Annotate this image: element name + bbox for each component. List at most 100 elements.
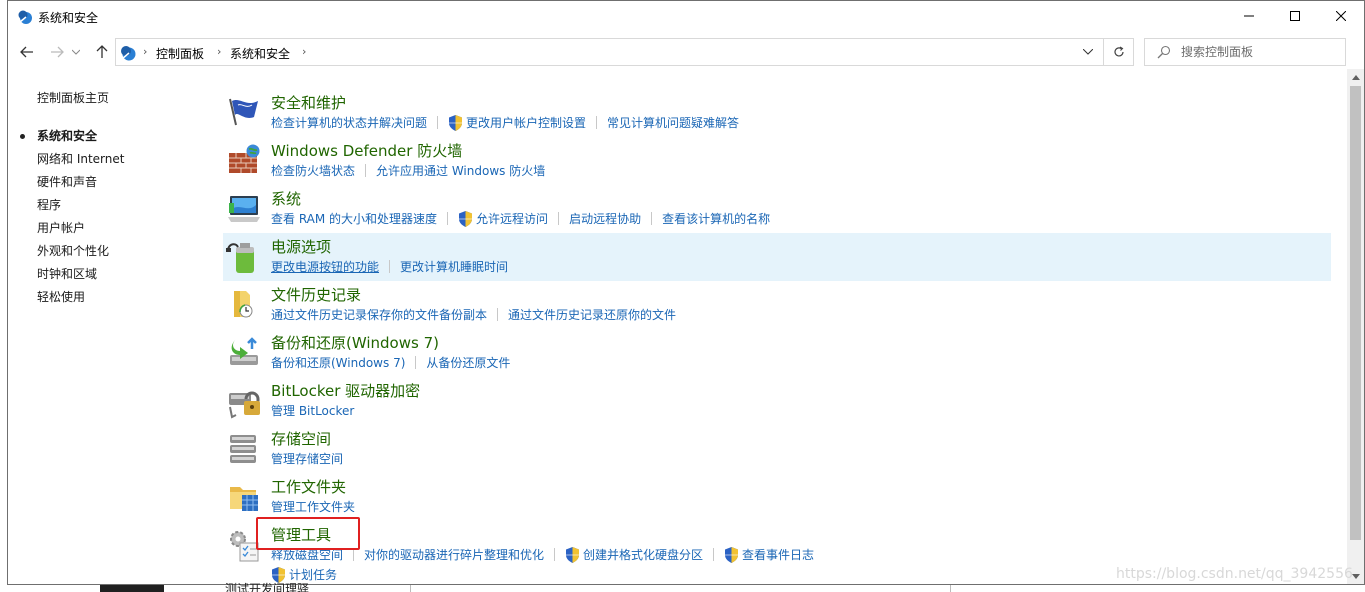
launch-remote-assistance-link[interactable]: 启动远程协助 bbox=[569, 210, 641, 227]
nav-item-programs[interactable]: 程序 bbox=[37, 194, 217, 217]
breadcrumb-control-panel[interactable]: 控制面板 bbox=[156, 45, 204, 62]
restore-from-backup-link[interactable]: 从备份还原文件 bbox=[426, 354, 510, 371]
restore-files-link[interactable]: 通过文件历史记录还原你的文件 bbox=[508, 306, 676, 323]
search-input[interactable] bbox=[1181, 44, 1341, 60]
annotation-highlight-box bbox=[256, 517, 360, 550]
system-icon bbox=[228, 196, 260, 222]
view-event-logs-link[interactable]: 查看事件日志 bbox=[742, 546, 814, 563]
category-title[interactable]: 文件历史记录 bbox=[271, 284, 361, 305]
refresh-button[interactable] bbox=[1103, 39, 1133, 65]
vertical-scrollbar[interactable] bbox=[1347, 69, 1364, 584]
nav-item-ease-of-access[interactable]: 轻松使用 bbox=[37, 286, 217, 309]
view-ram-cpu-link[interactable]: 查看 RAM 的大小和处理器速度 bbox=[271, 210, 437, 227]
scrollbar-thumb[interactable] bbox=[1350, 86, 1361, 540]
background-window-text: 测试开发间理驿 bbox=[225, 582, 310, 592]
minimize-button[interactable] bbox=[1226, 1, 1272, 31]
minimize-icon bbox=[1244, 15, 1254, 17]
check-firewall-status-link[interactable]: 检查防火墙状态 bbox=[271, 162, 355, 179]
category-backup-restore: 备份和还原(Windows 7) 备份和还原(Windows 7) 从备份还原文… bbox=[223, 329, 1331, 377]
bitlocker-icon bbox=[229, 391, 260, 419]
control-panel-icon bbox=[121, 46, 136, 61]
backup-restore-win7-link[interactable]: 备份和还原(Windows 7) bbox=[271, 354, 405, 371]
backup-icon bbox=[230, 337, 258, 365]
view-computer-name-link[interactable]: 查看该计算机的名称 bbox=[662, 210, 770, 227]
link-divider bbox=[596, 116, 598, 129]
storage-spaces-icon bbox=[230, 435, 256, 463]
nav-item-system-security[interactable]: 系统和安全 bbox=[20, 125, 217, 148]
manage-storage-spaces-link[interactable]: 管理存储空间 bbox=[271, 450, 343, 467]
category-security-maintenance: 安全和维护 检查计算机的状态并解决问题 更改用户帐户控制设置 常见计算机问题疑难… bbox=[223, 89, 1331, 137]
recent-locations-button[interactable] bbox=[70, 42, 82, 62]
category-firewall: Windows Defender 防火墙 检查防火墙状态 允许应用通过 Wind… bbox=[223, 137, 1331, 185]
breadcrumb-separator-icon[interactable]: › bbox=[143, 45, 147, 58]
link-divider bbox=[389, 260, 391, 273]
control-panel-window: 系统和安全 › 控制面板 › 系统和安全 › 搜索控制面板 控制面板主页 系统和… bbox=[7, 0, 1365, 585]
backup-files-link[interactable]: 通过文件历史记录保存你的文件备份副本 bbox=[271, 306, 487, 323]
link-divider bbox=[651, 212, 653, 225]
nav-item-hardware-sound[interactable]: 硬件和声音 bbox=[37, 171, 217, 194]
defragment-drives-link[interactable]: 对你的驱动器进行碎片整理和优化 bbox=[364, 546, 544, 563]
category-title[interactable]: 电源选项 bbox=[271, 236, 331, 257]
nav-item-clock-region[interactable]: 时钟和区域 bbox=[37, 263, 217, 286]
link-divider bbox=[554, 548, 556, 561]
category-bitlocker: BitLocker 驱动器加密 管理 BitLocker bbox=[223, 377, 1331, 425]
uac-shield-icon bbox=[566, 546, 580, 563]
allow-app-firewall-link[interactable]: 允许应用通过 Windows 防火墙 bbox=[376, 162, 545, 179]
chevron-up-icon bbox=[1351, 75, 1360, 80]
change-power-button-link[interactable]: 更改电源按钮的功能 bbox=[271, 258, 379, 275]
scroll-up-button[interactable] bbox=[1347, 69, 1364, 86]
arrow-right-icon bbox=[51, 46, 64, 58]
divider bbox=[410, 585, 411, 592]
troubleshoot-link[interactable]: 常见计算机问题疑难解答 bbox=[607, 114, 739, 131]
category-storage-spaces: 存储空间 管理存储空间 bbox=[223, 425, 1331, 473]
category-title[interactable]: 安全和维护 bbox=[271, 92, 346, 113]
breadcrumb-system-security[interactable]: 系统和安全 bbox=[230, 45, 290, 62]
category-list: 安全和维护 检查计算机的状态并解决问题 更改用户帐户控制设置 常见计算机问题疑难… bbox=[223, 89, 1331, 583]
category-title[interactable]: BitLocker 驱动器加密 bbox=[271, 380, 420, 401]
check-status-link[interactable]: 检查计算机的状态并解决问题 bbox=[271, 114, 427, 131]
control-panel-icon bbox=[18, 10, 32, 24]
category-title[interactable]: 备份和还原(Windows 7) bbox=[271, 332, 439, 353]
address-dropdown-button[interactable] bbox=[1079, 43, 1097, 61]
link-divider bbox=[497, 308, 499, 321]
nav-item-label: 系统和安全 bbox=[37, 129, 98, 143]
uac-shield-icon bbox=[725, 546, 739, 563]
power-icon bbox=[226, 243, 254, 273]
category-title[interactable]: 存储空间 bbox=[271, 428, 331, 449]
forward-button[interactable] bbox=[47, 42, 67, 62]
nav-item-network-internet[interactable]: 网络和 Internet bbox=[37, 148, 217, 171]
change-uac-settings-link[interactable]: 更改用户帐户控制设置 bbox=[466, 114, 586, 131]
divider bbox=[950, 585, 951, 592]
breadcrumb-separator-icon[interactable]: › bbox=[302, 45, 306, 58]
nav-item-user-accounts[interactable]: 用户帐户 bbox=[37, 217, 217, 240]
category-file-history: 文件历史记录 通过文件历史记录保存你的文件备份副本 通过文件历史记录还原你的文件 bbox=[223, 281, 1331, 329]
category-system: 系统 查看 RAM 的大小和处理器速度 允许远程访问 启动远程协助 查看该计算机… bbox=[223, 185, 1331, 233]
link-divider bbox=[365, 164, 367, 177]
uac-shield-icon bbox=[459, 210, 473, 227]
title-bar[interactable]: 系统和安全 bbox=[8, 1, 1364, 33]
control-panel-home-link[interactable]: 控制面板主页 bbox=[37, 89, 217, 106]
search-box[interactable] bbox=[1144, 38, 1346, 66]
category-title[interactable]: 系统 bbox=[271, 188, 301, 209]
breadcrumb-separator-icon[interactable]: › bbox=[217, 45, 221, 58]
close-icon bbox=[1336, 11, 1346, 21]
nav-item-appearance[interactable]: 外观和个性化 bbox=[37, 240, 217, 263]
change-sleep-time-link[interactable]: 更改计算机睡眠时间 bbox=[400, 258, 508, 275]
chevron-down-icon bbox=[72, 49, 80, 55]
allow-remote-access-link[interactable]: 允许远程访问 bbox=[476, 210, 548, 227]
back-button[interactable] bbox=[17, 42, 37, 62]
close-button[interactable] bbox=[1318, 1, 1364, 31]
create-format-partitions-link[interactable]: 创建并格式化硬盘分区 bbox=[583, 546, 703, 563]
link-divider bbox=[437, 116, 439, 129]
manage-work-folders-link[interactable]: 管理工作文件夹 bbox=[271, 498, 355, 515]
manage-bitlocker-link[interactable]: 管理 BitLocker bbox=[271, 402, 354, 419]
address-bar[interactable]: › 控制面板 › 系统和安全 › bbox=[115, 38, 1134, 66]
refresh-icon bbox=[1113, 46, 1124, 57]
left-navigation: 控制面板主页 系统和安全 网络和 Internet 硬件和声音 程序 用户帐户 … bbox=[20, 89, 217, 309]
category-title[interactable]: 工作文件夹 bbox=[271, 476, 346, 497]
maximize-button[interactable] bbox=[1272, 1, 1318, 31]
taskbar-thumbnail bbox=[100, 585, 164, 592]
watermark-text: https://blog.csdn.net/qq_3942556 bbox=[1116, 566, 1353, 582]
category-title[interactable]: Windows Defender 防火墙 bbox=[271, 140, 462, 161]
up-button[interactable] bbox=[92, 42, 112, 62]
